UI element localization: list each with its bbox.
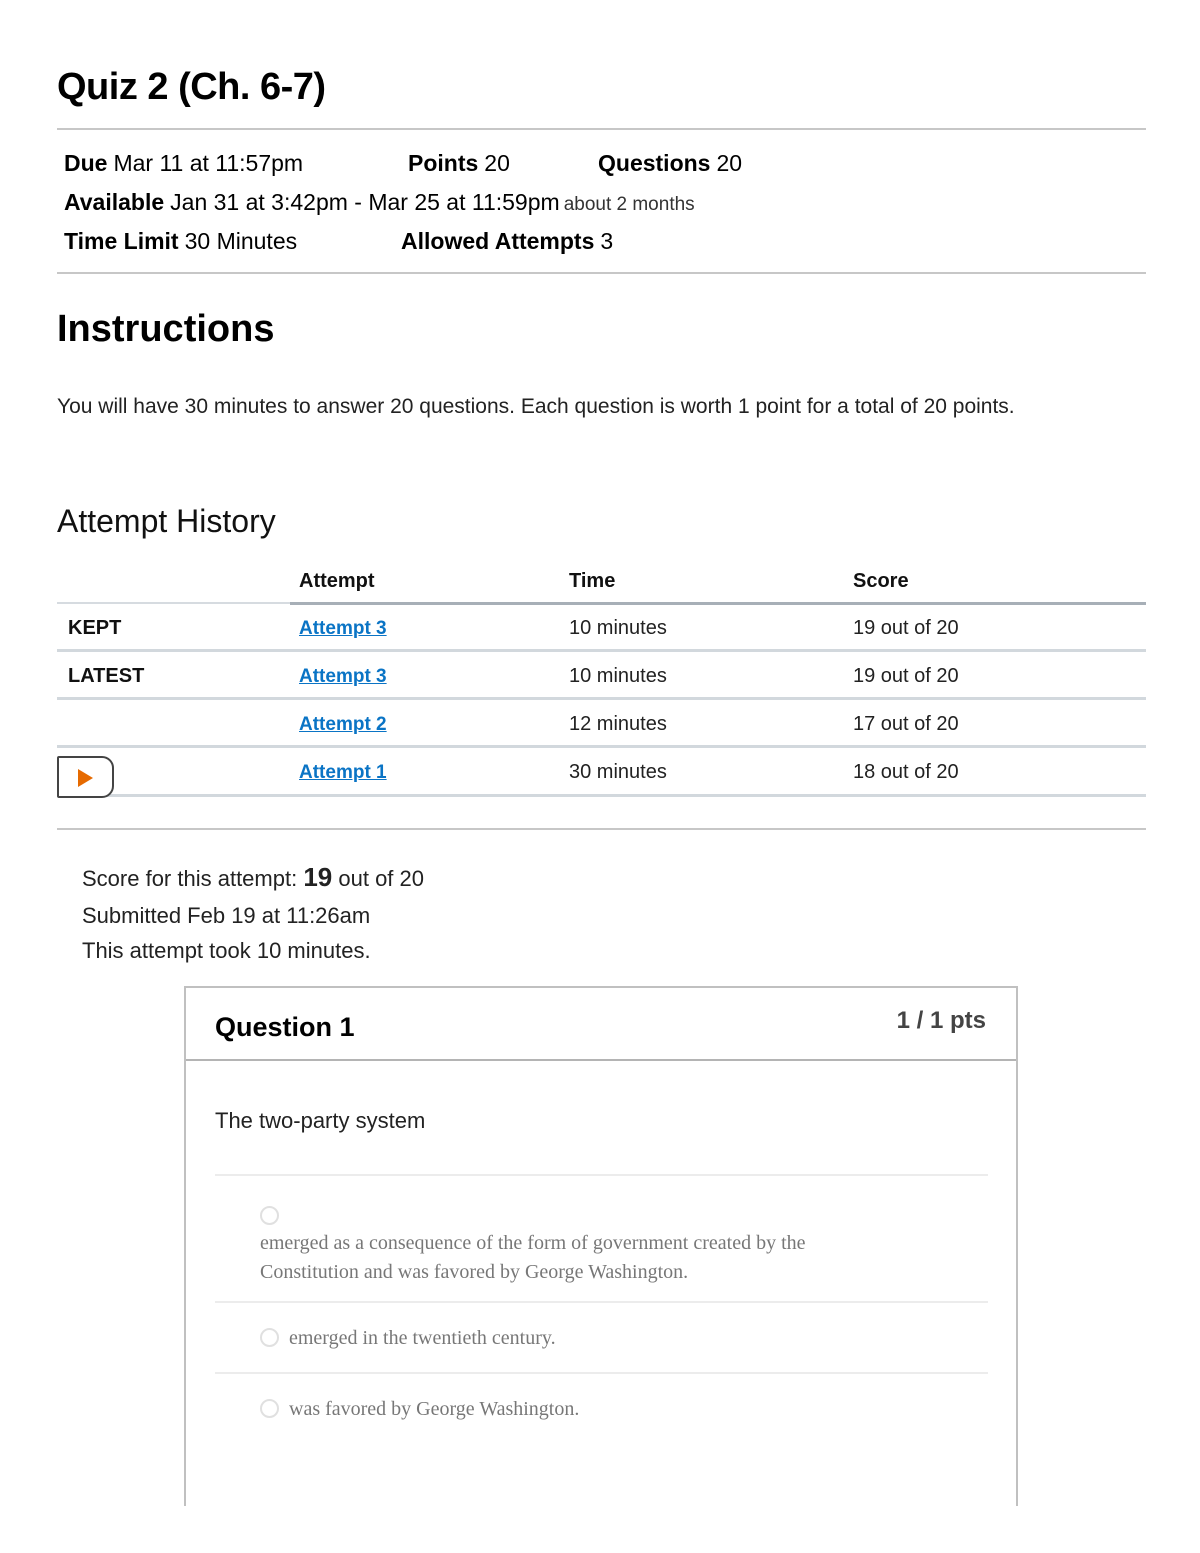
row-status: KEPT (68, 617, 122, 639)
points-info: Points 20 (408, 150, 510, 177)
attempt-link[interactable]: Attempt 3 (299, 618, 387, 639)
table-row: LATEST Attempt 3 10 minutes 19 out of 20 (57, 652, 1146, 700)
time-limit-info: Time Limit 30 Minutes (64, 228, 297, 255)
table-row: Attempt 1 30 minutes 18 out of 20 (57, 748, 1146, 798)
answer-option[interactable]: emerged as a consequence of the form of … (260, 1200, 806, 1287)
row-score: 19 out of 20 (853, 617, 959, 639)
divider (57, 828, 1146, 830)
attempt-link[interactable]: Attempt 1 (299, 762, 387, 783)
score-prefix: Score for this attempt: (82, 866, 298, 891)
row-status: LATEST (68, 665, 145, 687)
answer-option[interactable]: was favored by George Washington. (260, 1395, 579, 1424)
question-text: The two-party system (215, 1108, 426, 1133)
available-duration: about 2 months (563, 194, 695, 215)
radio-button[interactable] (260, 1327, 279, 1347)
score-suffix: out of 20 (338, 866, 425, 891)
column-header-attempt: Attempt (299, 570, 375, 592)
column-header-score: Score (853, 570, 909, 592)
available-info: Available Jan 31 at 3:42pm - Mar 25 at 11… (64, 189, 695, 216)
radio-button[interactable] (260, 1205, 279, 1225)
attempt-duration: This attempt took 10 minutes. (82, 938, 371, 963)
question-title: Question 1 (215, 1012, 355, 1042)
row-time: 30 minutes (569, 761, 667, 783)
question-header: Question 1 1 / 1 pts (186, 988, 1016, 1061)
points-label: Points (408, 150, 479, 176)
play-arrow-icon (78, 769, 93, 787)
allowed-attempts-value: 3 (600, 228, 614, 254)
radio-button[interactable] (260, 1398, 279, 1418)
row-time: 12 minutes (569, 713, 667, 735)
current-attempt-indicator[interactable] (57, 756, 114, 798)
divider (57, 128, 1146, 130)
score-value: 19 (303, 862, 333, 892)
attempt-link[interactable]: Attempt 2 (299, 714, 387, 735)
due-info: Due Mar 11 at 11:57pm (64, 150, 303, 177)
available-value: Jan 31 at 3:42pm - Mar 25 at 11:59pm (170, 189, 560, 215)
questions-label: Questions (598, 150, 711, 176)
row-time: 10 minutes (569, 617, 667, 639)
instructions-text: You will have 30 minutes to answer 20 qu… (57, 395, 1015, 418)
row-time: 10 minutes (569, 665, 667, 687)
answer-divider (215, 1174, 988, 1176)
time-limit-value: 30 Minutes (184, 228, 298, 254)
question-points: 1 / 1 pts (896, 1007, 986, 1034)
due-label: Due (64, 150, 108, 176)
allowed-attempts-info: Allowed Attempts 3 (401, 228, 613, 255)
column-header-time: Time (569, 570, 616, 592)
row-score: 17 out of 20 (853, 713, 959, 735)
attempt-score: Score for this attempt: 19 out of 20 (82, 862, 424, 893)
questions-value: 20 (716, 150, 743, 176)
answer-text: was favored by George Washington. (289, 1398, 580, 1420)
page-title: Quiz 2 (Ch. 6-7) (57, 66, 326, 108)
allowed-attempts-label: Allowed Attempts (401, 228, 595, 254)
points-value: 20 (484, 150, 510, 176)
answer-divider (215, 1372, 988, 1374)
question-card: Question 1 1 / 1 pts The two-party syste… (184, 986, 1018, 1506)
questions-info: Questions 20 (598, 150, 742, 177)
answer-option[interactable]: emerged in the twentieth century. (260, 1324, 556, 1353)
table-row: Attempt 2 12 minutes 17 out of 20 (57, 700, 1146, 748)
due-value: Mar 11 at 11:57pm (113, 150, 304, 176)
time-limit-label: Time Limit (64, 228, 179, 254)
divider (57, 272, 1146, 274)
attempt-history-heading: Attempt History (57, 503, 276, 539)
submitted-time: Submitted Feb 19 at 11:26am (82, 903, 371, 928)
answer-divider (215, 1301, 988, 1303)
row-score: 19 out of 20 (853, 665, 959, 687)
attempt-history-table: Attempt Time Score KEPT Attempt 3 10 min… (57, 560, 1146, 798)
table-row: KEPT Attempt 3 10 minutes 19 out of 20 (57, 604, 1146, 652)
answer-text-line: emerged as a consequence of the form of … (260, 1232, 806, 1254)
table-header: Attempt Time Score (57, 560, 1146, 605)
row-score: 18 out of 20 (853, 761, 959, 783)
answer-text-line: Constitution and was favored by George W… (260, 1261, 689, 1283)
available-label: Available (64, 189, 165, 215)
instructions-heading: Instructions (57, 308, 275, 350)
attempt-link[interactable]: Attempt 3 (299, 666, 387, 687)
answer-text: emerged in the twentieth century. (289, 1327, 556, 1349)
